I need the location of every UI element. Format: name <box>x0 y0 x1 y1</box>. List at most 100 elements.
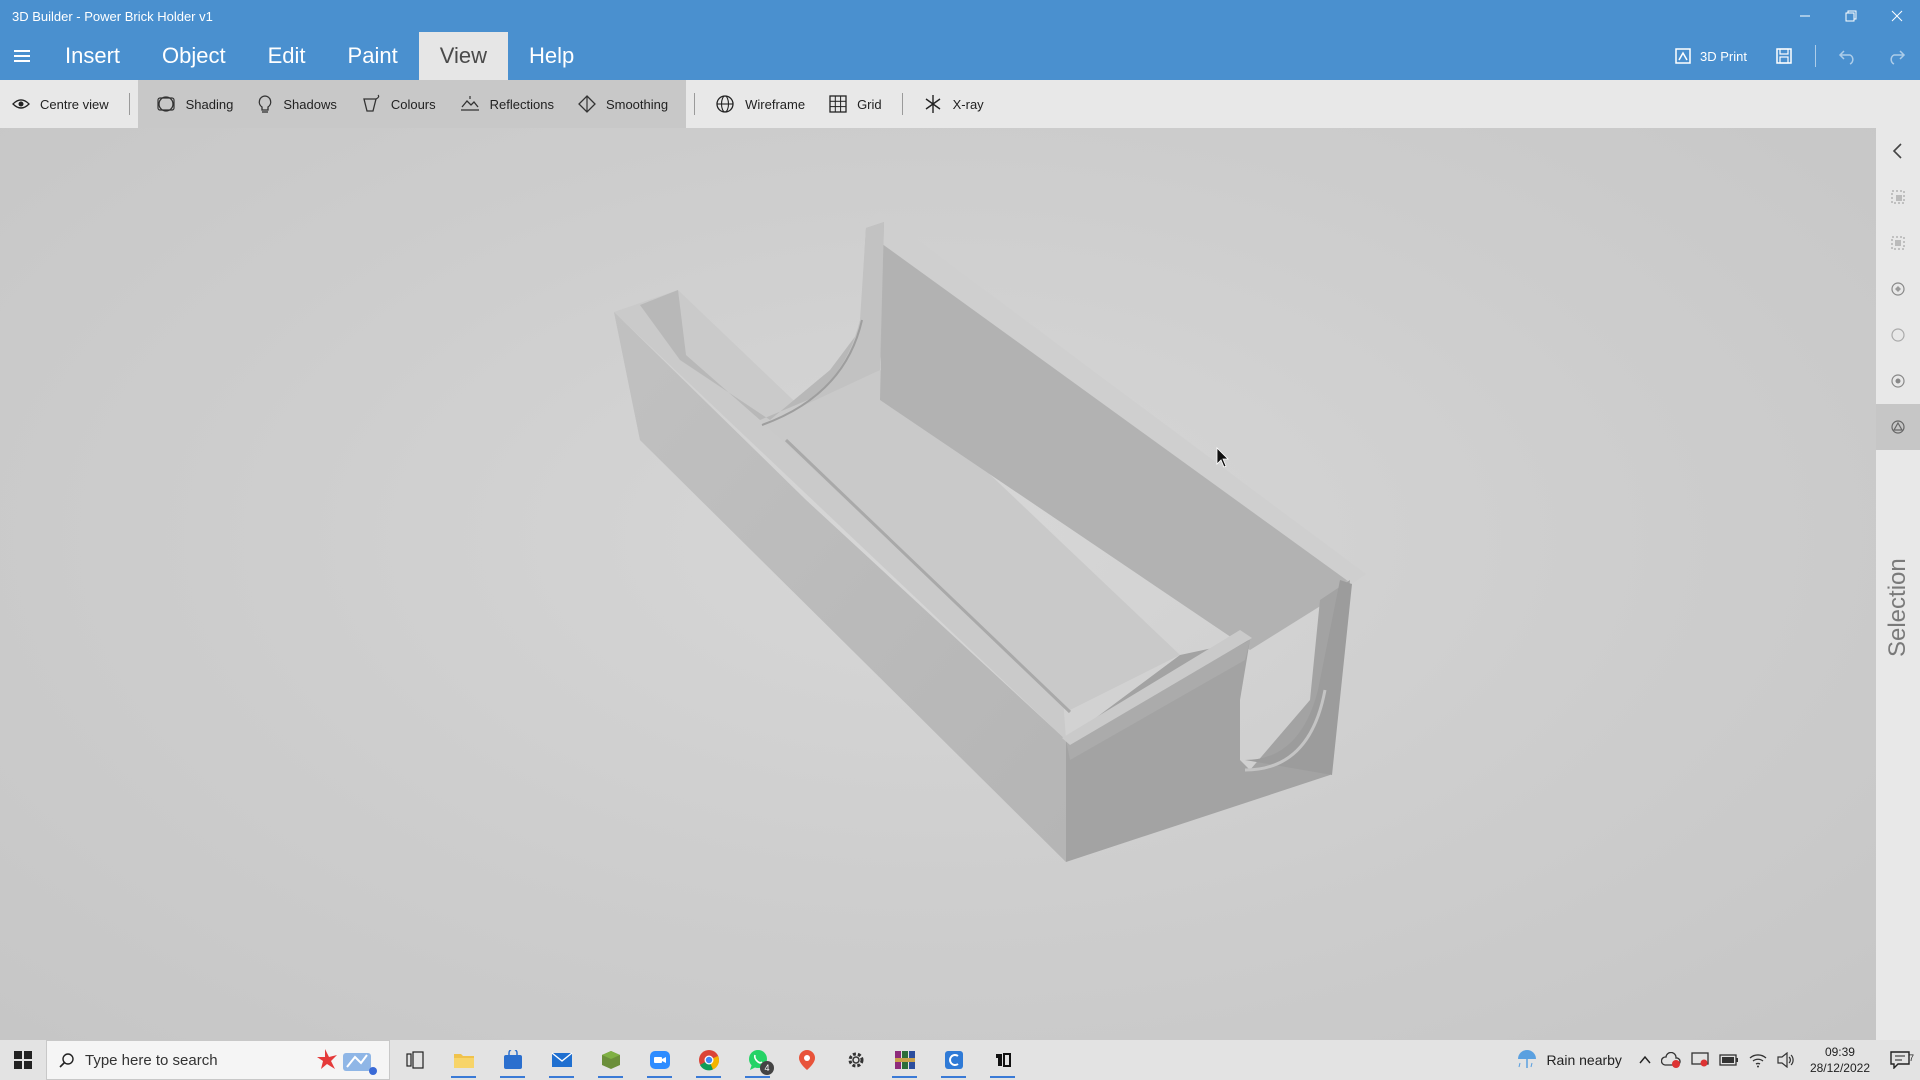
eye-icon <box>12 99 30 109</box>
close-button[interactable] <box>1874 0 1920 32</box>
windows-taskbar: Type here to search 4 Rain nearby 09:39 … <box>0 1040 1920 1080</box>
chevron-left-icon <box>1892 143 1902 159</box>
speaker-icon <box>1777 1052 1794 1068</box>
menu-paint[interactable]: Paint <box>327 32 419 80</box>
quick-tools: 3D Print <box>1660 32 1920 80</box>
gear-icon <box>848 1052 863 1068</box>
smoothing-label: Smoothing <box>605 96 669 112</box>
archive-icon <box>894 1051 915 1069</box>
save-icon <box>1776 48 1792 64</box>
show-hidden-icons[interactable] <box>1634 1055 1656 1065</box>
select-edge-button[interactable] <box>1876 312 1920 358</box>
taskbar-3d-builder[interactable] <box>978 1040 1027 1080</box>
restore-icon <box>1845 10 1857 22</box>
reflections-label: Reflections <box>489 96 554 112</box>
taskbar-clock[interactable]: 09:39 28/12/2022 <box>1800 1044 1880 1076</box>
toolbar-divider <box>1815 45 1816 67</box>
grid-label: Grid <box>857 96 882 112</box>
xray-icon <box>925 95 941 113</box>
tray-volume[interactable] <box>1772 1052 1800 1068</box>
menu-view[interactable]: View <box>418 32 508 80</box>
title-bar: 3D Builder - Power Brick Holder v1 Inser… <box>0 0 1920 80</box>
collapse-panel-button[interactable] <box>1876 128 1920 174</box>
select-mesh-icon <box>1891 236 1905 250</box>
weather-widget[interactable]: Rain nearby <box>1504 1049 1634 1071</box>
chevron-up-icon <box>1639 1055 1651 1064</box>
3d-viewport[interactable] <box>0 128 1876 1040</box>
tray-display[interactable] <box>1686 1052 1714 1068</box>
taskbar-minecraft[interactable] <box>586 1040 635 1080</box>
taskbar-search[interactable]: Type here to search <box>46 1040 390 1080</box>
display-icon <box>1691 1052 1709 1067</box>
menu-edit[interactable]: Edit <box>247 32 327 80</box>
shadows-toggle[interactable]: Shadows <box>245 80 348 128</box>
wireframe-toggle[interactable]: Wireframe <box>703 80 817 128</box>
3d-print-button[interactable]: 3D Print <box>1660 47 1761 65</box>
start-button[interactable] <box>0 1040 46 1080</box>
select-object-icon <box>1891 190 1905 204</box>
tray-battery[interactable] <box>1714 1054 1744 1066</box>
select-region-button[interactable] <box>1876 404 1920 450</box>
menu-insert[interactable]: Insert <box>44 32 141 80</box>
chrome-icon <box>698 1050 719 1071</box>
3d-builder-icon <box>995 1053 1011 1067</box>
redo-icon <box>1890 50 1906 65</box>
taskbar-store[interactable] <box>488 1040 537 1080</box>
task-view-button[interactable] <box>390 1040 439 1080</box>
minimize-button[interactable] <box>1782 0 1828 32</box>
taskbar-zoom[interactable] <box>635 1040 684 1080</box>
tray-cloud-status[interactable] <box>1656 1052 1686 1068</box>
video-camera-icon <box>649 1051 670 1069</box>
shadows-label: Shadows <box>283 96 337 112</box>
menu-help[interactable]: Help <box>508 32 595 80</box>
folder-icon <box>453 1054 474 1068</box>
colours-toggle[interactable]: Colours <box>349 80 448 128</box>
selection-panel-label: Selection <box>1884 558 1911 658</box>
taskbar-mail[interactable] <box>537 1040 586 1080</box>
window-controls <box>1782 0 1920 32</box>
tray-wifi[interactable] <box>1744 1052 1772 1068</box>
select-mesh-button[interactable] <box>1876 220 1920 266</box>
taskbar-winrar[interactable] <box>880 1040 929 1080</box>
3d-print-label: 3D Print <box>1700 48 1747 64</box>
hamburger-button[interactable] <box>0 32 44 80</box>
grid-toggle[interactable]: Grid <box>817 80 894 128</box>
taskbar-maps[interactable] <box>782 1040 831 1080</box>
battery-icon <box>1719 1054 1738 1066</box>
reflections-toggle[interactable]: Reflections <box>448 80 566 128</box>
taskbar-app-c[interactable] <box>929 1040 978 1080</box>
taskbar-chrome[interactable] <box>684 1040 733 1080</box>
smoothing-toggle[interactable]: Smoothing <box>566 80 680 128</box>
store-icon <box>503 1050 522 1069</box>
shading-toggle[interactable]: Shading <box>144 80 246 128</box>
taskbar-file-explorer[interactable] <box>439 1040 488 1080</box>
task-view-icon <box>405 1051 424 1069</box>
paint-bucket-icon <box>363 94 380 112</box>
select-face-icon <box>1891 282 1905 296</box>
action-center-button[interactable]: 7 <box>1880 1051 1920 1069</box>
xray-toggle[interactable]: X-ray <box>911 80 996 128</box>
select-face-button[interactable] <box>1876 266 1920 312</box>
undo-button[interactable] <box>1824 47 1872 65</box>
redo-button[interactable] <box>1872 47 1920 65</box>
power-brick-holder-model[interactable] <box>0 128 1876 1040</box>
ribbon-divider <box>128 93 130 115</box>
taskbar-settings[interactable] <box>831 1040 880 1080</box>
3d-print-icon <box>1675 48 1691 64</box>
hamburger-icon <box>14 50 30 62</box>
centre-view-button[interactable]: Centre view <box>0 80 121 128</box>
close-icon <box>1891 10 1903 22</box>
restore-button[interactable] <box>1828 0 1874 32</box>
weather-label: Rain nearby <box>1546 1052 1622 1068</box>
select-vertex-button[interactable] <box>1876 358 1920 404</box>
cloud-alert-icon <box>1660 1052 1681 1068</box>
globe-icon <box>716 95 734 113</box>
system-tray: Rain nearby 09:39 28/12/2022 7 <box>1504 1040 1920 1080</box>
save-button[interactable] <box>1761 47 1807 65</box>
taskbar-whatsapp[interactable]: 4 <box>733 1040 782 1080</box>
colours-label: Colours <box>390 96 436 112</box>
clock-date: 28/12/2022 <box>1809 1061 1870 1075</box>
search-placeholder: Type here to search <box>85 1051 218 1069</box>
select-object-button[interactable] <box>1876 174 1920 220</box>
menu-object[interactable]: Object <box>141 32 247 80</box>
